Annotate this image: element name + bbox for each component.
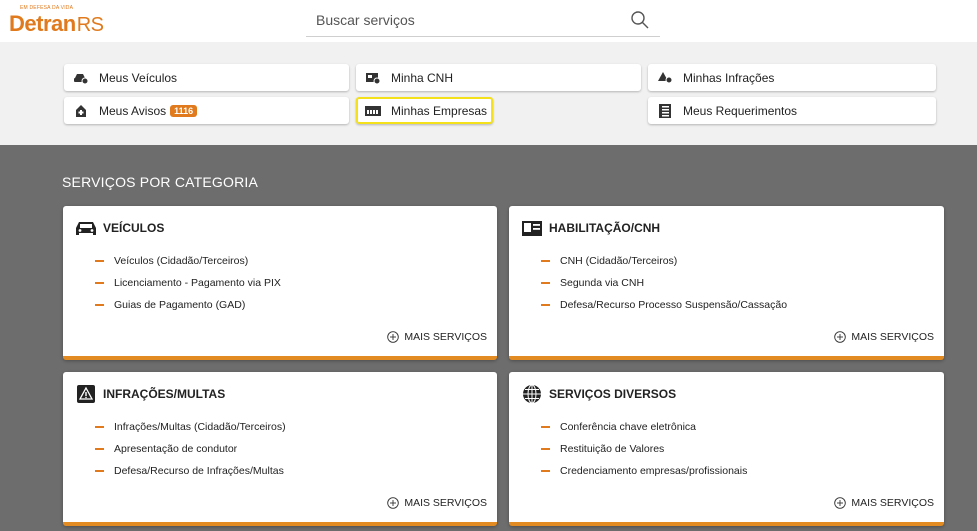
quick-link-label: Meus Requerimentos	[683, 103, 798, 118]
dash-bullet	[95, 260, 104, 262]
warning-icon	[75, 384, 97, 404]
plus-circle-icon	[387, 331, 400, 343]
card-header[interactable]: VEÍCULOS	[75, 218, 164, 238]
car-icon	[73, 71, 89, 85]
infraction-icon	[657, 71, 673, 85]
quick-link-label: Minha CNH	[391, 70, 454, 85]
quick-link-minhas-empresas[interactable]: Minhas Empresas	[356, 97, 493, 124]
dash-bullet	[95, 282, 104, 284]
dash-bullet	[541, 470, 550, 472]
dash-bullet	[95, 470, 104, 472]
card-title: VEÍCULOS	[103, 221, 165, 235]
dash-bullet	[95, 426, 104, 428]
service-link[interactable]: Defesa/Recurso Processo Suspensão/Cassaç…	[541, 294, 787, 316]
plus-circle-icon	[387, 497, 400, 509]
quick-link-label: Minhas Infrações	[683, 70, 775, 85]
card-header[interactable]: INFRAÇÕES/MULTAS	[75, 384, 225, 404]
license-icon	[521, 218, 543, 238]
header: EM DEFESA DA VIDA DetranRS	[0, 0, 977, 42]
search-bar	[306, 6, 660, 37]
car-icon	[75, 218, 97, 238]
service-link[interactable]: CNH (Cidadão/Terceiros)	[541, 250, 787, 272]
search-input[interactable]	[314, 11, 618, 29]
plus-circle-icon	[834, 497, 847, 509]
card-link-list: CNH (Cidadão/Terceiros) Segunda via CNH …	[541, 250, 787, 316]
card-servicos-diversos: SERVIÇOS DIVERSOS Conferência chave elet…	[509, 372, 944, 526]
card-link-list: Conferência chave eletrônica Restituição…	[541, 416, 747, 482]
alert-icon	[73, 104, 89, 118]
search-icon[interactable]	[630, 10, 650, 30]
services-section: SERVIÇOS POR CATEGORIA VEÍCULOS Veículos…	[0, 145, 977, 531]
service-link[interactable]: Licenciamento - Pagamento via PIX	[95, 272, 281, 294]
more-services-button[interactable]: MAIS SERVIÇOS	[834, 497, 934, 509]
service-link[interactable]: Defesa/Recurso de Infrações/Multas	[95, 460, 286, 482]
globe-icon	[521, 384, 543, 404]
plus-circle-icon	[834, 331, 847, 343]
dash-bullet	[541, 426, 550, 428]
quick-link-label: Meus Avisos	[99, 103, 167, 118]
quick-link-label: Minhas Empresas	[391, 103, 488, 118]
quick-link-label: Meus Veículos	[99, 70, 178, 85]
quick-link-minha-cnh[interactable]: Minha CNH	[356, 64, 641, 91]
service-link[interactable]: Veículos (Cidadão/Terceiros)	[95, 250, 281, 272]
service-link[interactable]: Infrações/Multas (Cidadão/Terceiros)	[95, 416, 286, 438]
license-icon	[365, 71, 381, 85]
more-services-button[interactable]: MAIS SERVIÇOS	[387, 497, 487, 509]
more-services-button[interactable]: MAIS SERVIÇOS	[834, 331, 934, 343]
card-header[interactable]: SERVIÇOS DIVERSOS	[521, 384, 676, 404]
quick-link-minhas-infracoes[interactable]: Minhas Infrações	[648, 64, 936, 91]
service-link[interactable]: Restituição de Valores	[541, 438, 747, 460]
quick-link-meus-veiculos[interactable]: Meus Veículos	[64, 64, 349, 91]
service-link[interactable]: Credenciamento empresas/profissionais	[541, 460, 747, 482]
logo-name: DetranRS	[9, 11, 104, 36]
card-header[interactable]: HABILITAÇÃO/CNH	[521, 218, 660, 238]
dash-bullet	[95, 448, 104, 450]
card-title: INFRAÇÕES/MULTAS	[103, 387, 226, 401]
dash-bullet	[95, 304, 104, 306]
service-link[interactable]: Conferência chave eletrônica	[541, 416, 747, 438]
service-link[interactable]: Guias de Pagamento (GAD)	[95, 294, 281, 316]
dash-bullet	[541, 260, 550, 262]
card-habilitacao: HABILITAÇÃO/CNH CNH (Cidadão/Terceiros) …	[509, 206, 944, 360]
dash-bullet	[541, 304, 550, 306]
section-title: SERVIÇOS POR CATEGORIA	[62, 174, 259, 190]
card-link-list: Veículos (Cidadão/Terceiros) Licenciamen…	[95, 250, 281, 316]
card-link-list: Infrações/Multas (Cidadão/Terceiros) Apr…	[95, 416, 286, 482]
service-link[interactable]: Segunda via CNH	[541, 272, 787, 294]
quick-links-area: Meus Veículos Minha CNH Minhas Infrações…	[0, 42, 977, 145]
quick-link-meus-requerimentos[interactable]: Meus Requerimentos	[648, 97, 936, 124]
card-veiculos: VEÍCULOS Veículos (Cidadão/Terceiros) Li…	[63, 206, 497, 360]
dash-bullet	[541, 448, 550, 450]
requests-icon	[657, 103, 673, 118]
card-title: SERVIÇOS DIVERSOS	[549, 387, 677, 401]
more-services-button[interactable]: MAIS SERVIÇOS	[387, 331, 487, 343]
card-infracoes: INFRAÇÕES/MULTAS Infrações/Multas (Cidad…	[63, 372, 497, 526]
service-link[interactable]: Apresentação de condutor	[95, 438, 286, 460]
notifications-badge: 1116	[170, 104, 198, 117]
quick-link-meus-avisos[interactable]: Meus Avisos 1116	[64, 97, 349, 124]
dash-bullet	[541, 282, 550, 284]
company-icon	[365, 104, 381, 118]
card-title: HABILITAÇÃO/CNH	[549, 221, 661, 235]
